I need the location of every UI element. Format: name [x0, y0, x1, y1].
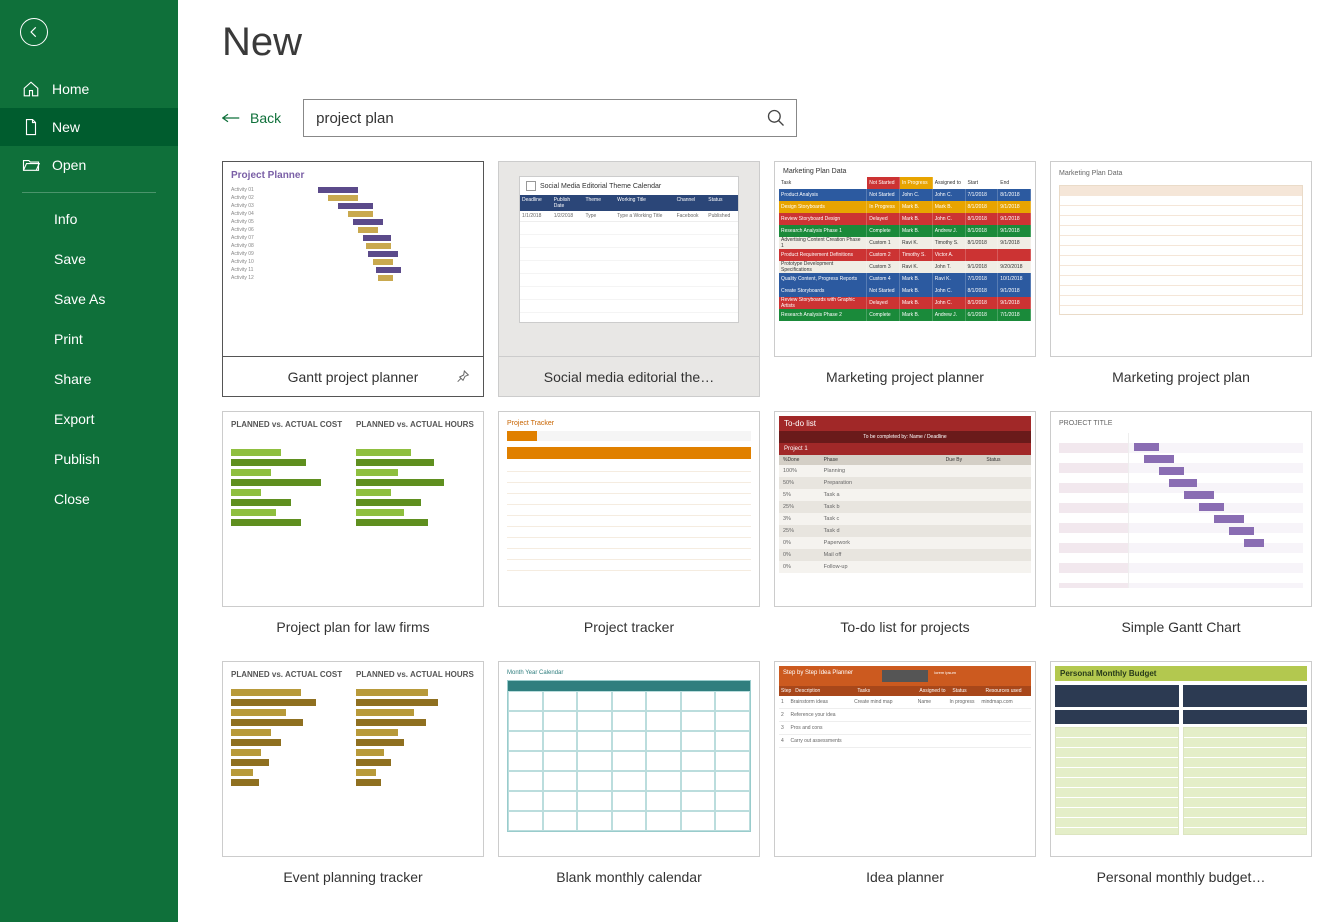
template-card-idea-planner[interactable]: Step by Step Idea Planner lorem ipsum St… — [774, 661, 1036, 897]
template-card-simple-gantt-chart[interactable]: PROJECT TITLE Simpl — [1050, 411, 1312, 647]
template-label: Idea planner — [866, 869, 944, 885]
template-label: Simple Gantt Chart — [1121, 619, 1240, 635]
template-thumbnail: PLANNED vs. ACTUAL COST PLANNED vs. ACTU… — [222, 411, 484, 607]
template-card-personal-monthly-budget[interactable]: Personal Monthly Budget Personal monthly… — [1050, 661, 1312, 897]
home-icon — [22, 80, 40, 98]
template-label: Marketing project planner — [826, 369, 984, 385]
sidebar-item-print[interactable]: Print — [0, 319, 178, 359]
template-thumbnail: Marketing Plan Data TaskNot StartedIn Pr… — [774, 161, 1036, 357]
template-label: Gantt project planner — [288, 369, 419, 385]
template-thumbnail: Marketing Plan Data — [1050, 161, 1312, 357]
template-card-gantt-project-planner[interactable]: Project Planner Activity 01 Activity 02 … — [222, 161, 484, 397]
sidebar-item-label: New — [52, 119, 80, 135]
folder-open-icon — [22, 156, 40, 174]
template-thumbnail: Month Year Calendar — [498, 661, 760, 857]
sidebar-item-publish[interactable]: Publish — [0, 439, 178, 479]
sidebar-item-save-as[interactable]: Save As — [0, 279, 178, 319]
template-thumbnail: Project Planner Activity 01 Activity 02 … — [222, 161, 484, 357]
template-search-box — [303, 99, 797, 137]
sidebar-item-home[interactable]: Home — [0, 70, 178, 108]
template-label: Project tracker — [584, 619, 674, 635]
template-card-todo-list[interactable]: To-do list To be completed by: Name / De… — [774, 411, 1036, 647]
arrow-left-icon — [222, 112, 240, 124]
template-thumbnail: Personal Monthly Budget — [1050, 661, 1312, 857]
sidebar-item-open[interactable]: Open — [0, 146, 178, 184]
template-label: Marketing project plan — [1112, 369, 1250, 385]
search-back-link[interactable]: Back — [222, 110, 281, 126]
template-label: Blank monthly calendar — [556, 869, 702, 885]
sidebar-item-close[interactable]: Close — [0, 479, 178, 519]
template-thumbnail: Step by Step Idea Planner lorem ipsum St… — [774, 661, 1036, 857]
template-card-social-media-editorial[interactable]: Social Media Editorial Theme Calendar De… — [498, 161, 760, 397]
template-label: Personal monthly budget… — [1097, 869, 1266, 885]
sidebar-item-info[interactable]: Info — [0, 199, 178, 239]
back-label: Back — [250, 110, 281, 126]
template-card-marketing-project-plan[interactable]: Marketing Plan Data Marketing project pl… — [1050, 161, 1312, 397]
page-title: New — [222, 20, 1327, 65]
template-label: Social media editorial the… — [544, 369, 714, 385]
new-template-pane: New Back Project Planner Activity 01 Act… — [178, 0, 1327, 922]
pin-icon — [455, 369, 471, 385]
template-search-input[interactable] — [316, 110, 766, 127]
sidebar-item-export[interactable]: Export — [0, 399, 178, 439]
arrow-left-icon — [27, 25, 41, 39]
template-thumbnail: To-do list To be completed by: Name / De… — [774, 411, 1036, 607]
back-button-area — [0, 0, 178, 56]
sidebar-item-save[interactable]: Save — [0, 239, 178, 279]
template-thumbnail: PLANNED vs. ACTUAL COST PLANNED vs. ACTU… — [222, 661, 484, 857]
template-grid: Project Planner Activity 01 Activity 02 … — [222, 161, 1327, 897]
template-label: To-do list for projects — [840, 619, 969, 635]
template-card-project-plan-law-firms[interactable]: PLANNED vs. ACTUAL COST PLANNED vs. ACTU… — [222, 411, 484, 647]
backstage-sidebar: Home New Open Info Save Save As Print Sh… — [0, 0, 178, 922]
template-thumbnail: Project Tracker — [498, 411, 760, 607]
sidebar-item-share[interactable]: Share — [0, 359, 178, 399]
template-thumbnail: Social Media Editorial Theme Calendar De… — [498, 161, 760, 357]
template-label: Event planning tracker — [283, 869, 422, 885]
sidebar-item-label: Home — [52, 81, 89, 97]
template-thumbnail: PROJECT TITLE — [1050, 411, 1312, 607]
back-button[interactable] — [20, 18, 48, 46]
sidebar-item-label: Open — [52, 157, 86, 173]
template-card-blank-monthly-calendar[interactable]: Month Year Calendar Blank monthly calend… — [498, 661, 760, 897]
sidebar-separator — [22, 192, 156, 193]
template-card-marketing-project-planner[interactable]: Marketing Plan Data TaskNot StartedIn Pr… — [774, 161, 1036, 397]
search-button[interactable] — [766, 108, 786, 128]
template-label: Project plan for law firms — [276, 619, 429, 635]
pin-button[interactable] — [455, 369, 471, 385]
search-icon — [766, 108, 786, 128]
template-card-project-tracker[interactable]: Project Tracker Project tracker — [498, 411, 760, 647]
new-doc-icon — [22, 118, 40, 136]
sidebar-item-new[interactable]: New — [0, 108, 178, 146]
template-card-event-planning-tracker[interactable]: PLANNED vs. ACTUAL COST PLANNED vs. ACTU… — [222, 661, 484, 897]
